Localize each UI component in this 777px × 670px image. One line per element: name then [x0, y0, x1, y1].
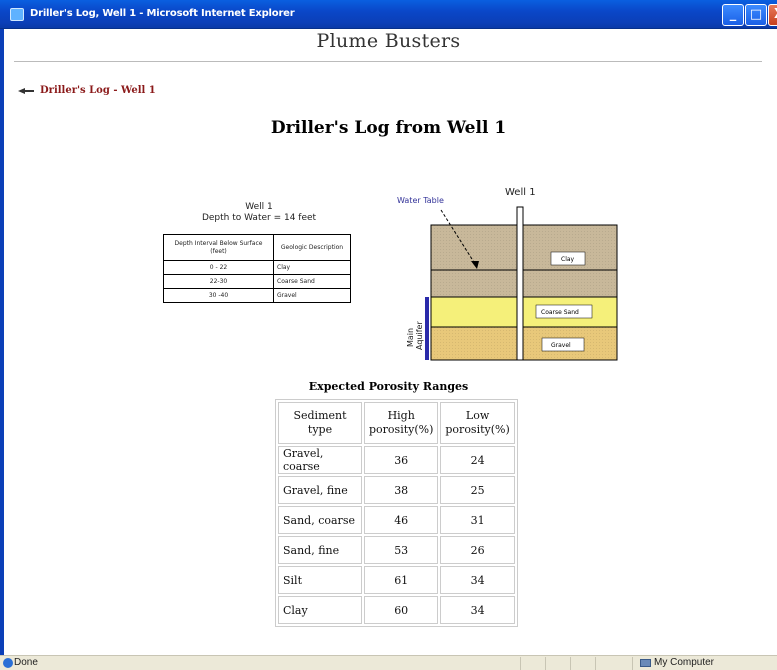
- well-casing: [516, 206, 524, 361]
- status-divider: [520, 657, 521, 670]
- low-porosity-cell: 31: [440, 506, 515, 534]
- window-title: Driller's Log, Well 1 - Microsoft Intern…: [30, 8, 295, 19]
- low-porosity-cell: 34: [440, 566, 515, 594]
- close-button[interactable]: X: [768, 4, 777, 26]
- status-divider: [570, 657, 571, 670]
- gravel-layer-label: Gravel: [551, 342, 571, 349]
- high-porosity-cell: 46: [364, 506, 439, 534]
- high-porosity-cell: 61: [364, 566, 439, 594]
- window-titlebar[interactable]: Driller's Log, Well 1 - Microsoft Intern…: [0, 0, 777, 29]
- well-log-description-cell: Gravel: [273, 288, 351, 303]
- porosity-table-title: Expected Porosity Ranges: [308, 380, 469, 393]
- table-row: Sand, coarse 46 31: [278, 506, 515, 534]
- site-brand: Plume Busters: [316, 30, 461, 52]
- low-porosity-cell: 25: [440, 476, 515, 504]
- back-link[interactable]: Driller's Log - Well 1: [18, 85, 156, 96]
- status-text: Done: [14, 657, 38, 668]
- back-link-label[interactable]: Driller's Log - Well 1: [40, 85, 156, 96]
- well-log-depth-cell: 0 - 22: [163, 260, 274, 275]
- sediment-type-cell: Sand, coarse: [278, 506, 362, 534]
- status-divider: [545, 657, 546, 670]
- table-row: Sand, fine 53 26: [278, 536, 515, 564]
- status-divider: [595, 657, 596, 670]
- high-porosity-cell: 60: [364, 596, 439, 624]
- porosity-header-high: High porosity(%): [364, 402, 439, 444]
- well-log-caption-title: Well 1: [245, 202, 273, 212]
- high-porosity-cell: 53: [364, 536, 439, 564]
- low-porosity-cell: 26: [440, 536, 515, 564]
- high-porosity-cell: 38: [364, 476, 439, 504]
- page-title: Driller's Log from Well 1: [270, 118, 507, 138]
- sediment-type-cell: Gravel, coarse: [278, 446, 362, 474]
- table-row: 22-30 Coarse Sand: [163, 274, 351, 289]
- table-row: 0 - 22 Clay: [163, 260, 351, 275]
- table-row: Silt 61 34: [278, 566, 515, 594]
- sediment-type-cell: Clay: [278, 596, 362, 624]
- internet-explorer-icon: [10, 8, 24, 21]
- well-log-header-depth: Depth Interval Below Surface (feet): [163, 234, 274, 261]
- well-cross-section-diagram: Well 1 Water Table Clay Coarse Sand Grav…: [385, 155, 625, 370]
- low-porosity-cell: 24: [440, 446, 515, 474]
- well-label: Well 1: [505, 187, 536, 198]
- aquifer-label-line1: Main: [406, 328, 415, 347]
- computer-icon: [640, 659, 651, 667]
- table-row: Gravel, coarse 36 24: [278, 446, 515, 474]
- well-log-caption-depth: Depth to Water = 14 feet: [201, 213, 317, 223]
- header-divider: [14, 61, 762, 62]
- well-cross-section-svg: Well 1 Water Table Clay Coarse Sand Grav…: [397, 187, 618, 361]
- porosity-table: Sediment type High porosity(%) Low poros…: [275, 399, 518, 627]
- clay-layer-label: Clay: [561, 256, 575, 263]
- minimize-button[interactable]: _: [722, 4, 744, 26]
- sediment-type-cell: Gravel, fine: [278, 476, 362, 504]
- porosity-header-sediment: Sediment type: [278, 402, 362, 444]
- table-row: 30 -40 Gravel: [163, 288, 351, 303]
- status-divider: [632, 657, 633, 670]
- coarse-sand-layer-label: Coarse Sand: [541, 309, 579, 316]
- well-log-table: Depth Interval Below Surface (feet) Geol…: [163, 234, 351, 303]
- aquifer-label-line2: Aquifer: [415, 321, 424, 350]
- well-log-depth-cell: 30 -40: [163, 288, 274, 303]
- well-log-depth-cell: 22-30: [163, 274, 274, 289]
- low-porosity-cell: 34: [440, 596, 515, 624]
- maximize-button[interactable]: □: [745, 4, 767, 26]
- porosity-header-low: Low porosity(%): [440, 402, 515, 444]
- status-bar: Done My Computer: [0, 655, 777, 670]
- well-log-description-cell: Coarse Sand: [273, 274, 351, 289]
- water-table-label: Water Table: [397, 196, 444, 205]
- well-log-description-cell: Clay: [273, 260, 351, 275]
- high-porosity-cell: 36: [364, 446, 439, 474]
- sediment-type-cell: Sand, fine: [278, 536, 362, 564]
- well-log-header-description: Geologic Description: [273, 234, 351, 261]
- well-log-caption: Well 1 Depth to Water = 14 feet: [164, 202, 354, 224]
- table-row: Clay 60 34: [278, 596, 515, 624]
- sediment-type-cell: Silt: [278, 566, 362, 594]
- security-zone-label: My Computer: [654, 657, 715, 668]
- page-status-icon: [3, 658, 13, 668]
- aquifer-bar: [425, 297, 429, 360]
- back-arrow-icon[interactable]: [18, 86, 36, 96]
- table-row: Gravel, fine 38 25: [278, 476, 515, 504]
